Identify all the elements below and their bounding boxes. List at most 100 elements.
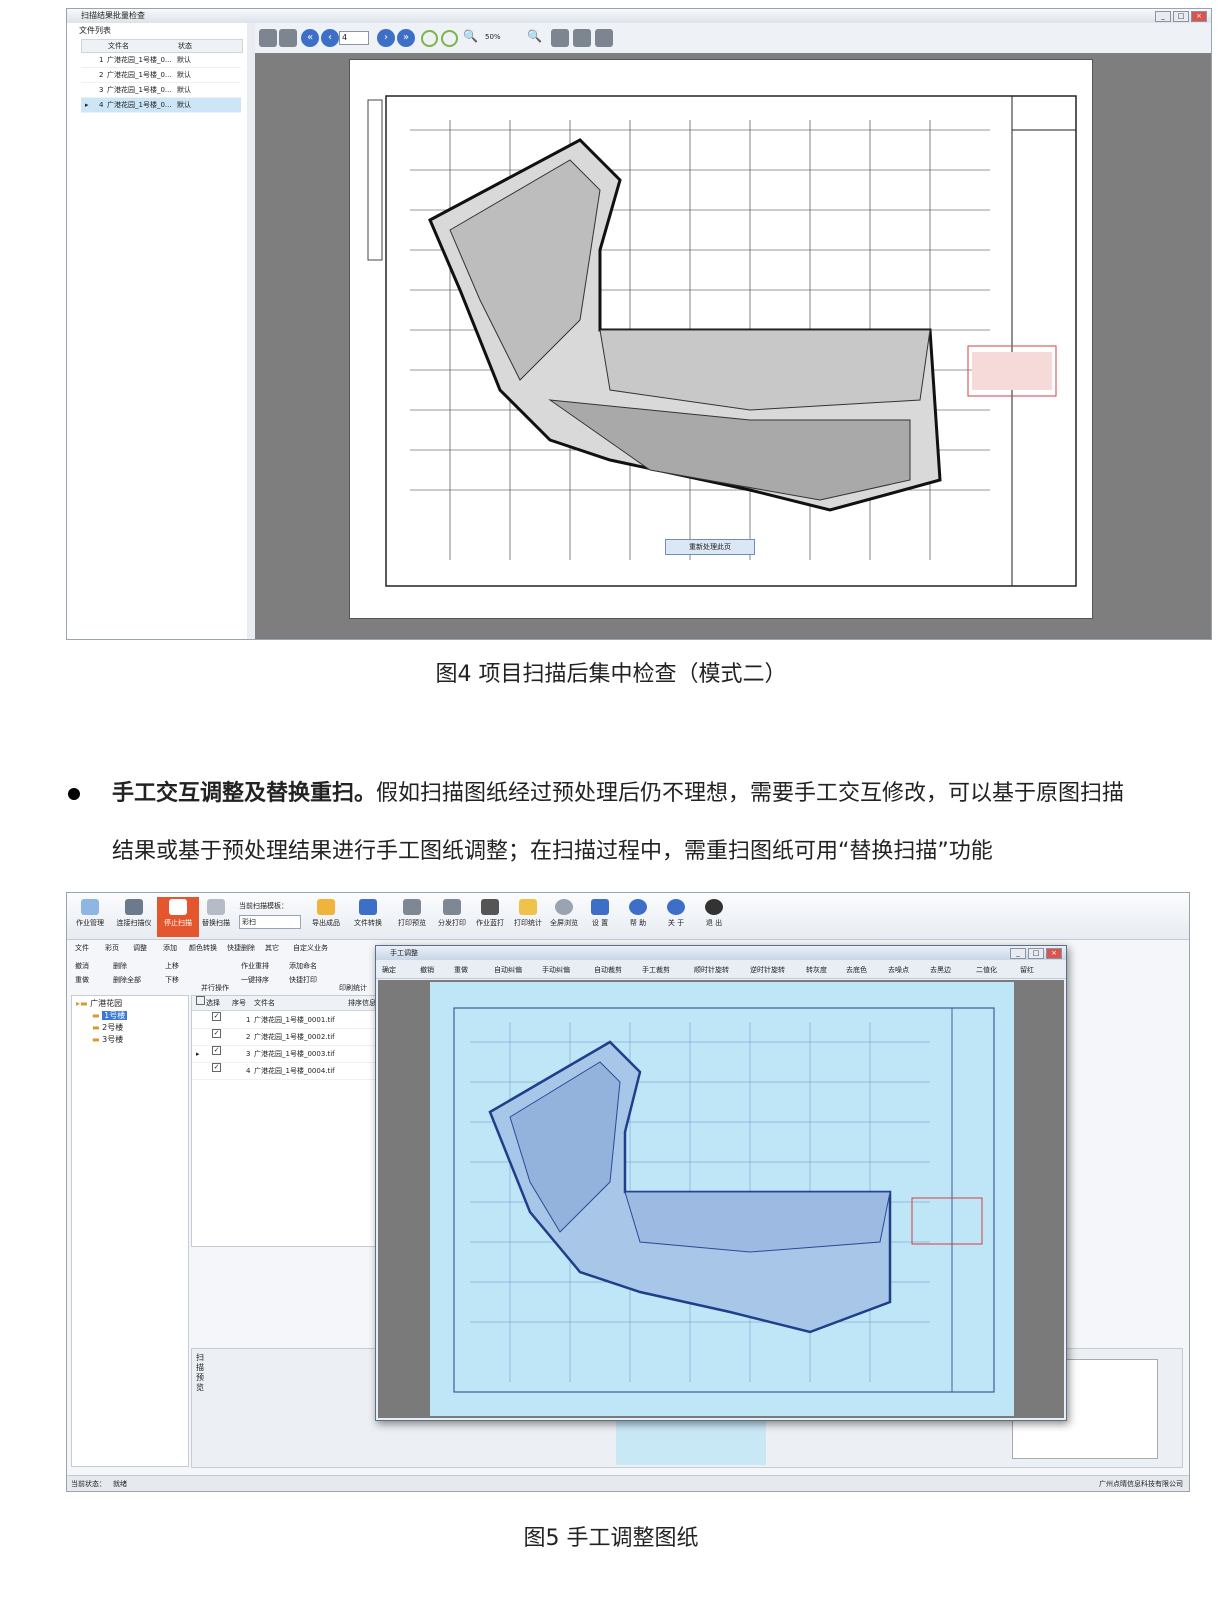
print-preview-button[interactable]: 打印预览 <box>391 897 433 937</box>
undo-button[interactable]: 撤销 <box>420 962 434 978</box>
parallel-op-button[interactable]: 并行操作 <box>201 983 229 993</box>
binarize-button[interactable]: 二值化 <box>976 962 997 978</box>
move-down-button[interactable]: 下移 <box>165 975 179 985</box>
print-preview-icon <box>403 899 421 915</box>
close-icon <box>705 899 723 915</box>
window-titlebar: 扫描结果批量检查 _ □ × <box>67 9 1211 24</box>
column-filename[interactable]: 文件名 <box>108 40 129 52</box>
zoom-in-icon[interactable]: 🔍 <box>463 29 481 47</box>
grid-view-icon[interactable] <box>595 29 613 47</box>
move-up-button[interactable]: 上移 <box>165 961 179 971</box>
remove-background-button[interactable]: 去底色 <box>846 962 867 978</box>
settings-button[interactable]: 设 置 <box>579 897 621 937</box>
confirm-button[interactable]: 确定 <box>382 962 396 978</box>
last-page-icon[interactable]: » <box>397 29 415 47</box>
add-naming-button[interactable]: 添加命名 <box>289 961 317 971</box>
tree-node-1[interactable]: ▬ 1号楼 <box>92 1010 128 1021</box>
remove-black-border-button[interactable]: 去黑边 <box>930 962 951 978</box>
help-button[interactable]: 帮 助 <box>617 897 659 937</box>
rotate-left-icon[interactable] <box>421 30 438 47</box>
table-row-selected[interactable]: ▸ 4 广港花园_1号楼_0... 默认 <box>81 98 241 113</box>
table-row-selected[interactable]: ▸ ✓ 3 广港花园_1号楼_0003.tif <box>192 1046 378 1063</box>
page-number-input[interactable]: 4 <box>339 31 369 45</box>
job-management-button[interactable]: 作业管理 <box>69 897 111 937</box>
auto-deskew-button[interactable]: 自动纠偏 <box>494 962 522 978</box>
next-page-icon[interactable]: › <box>377 29 395 47</box>
tree-node-2[interactable]: ▬ 2号楼 <box>92 1022 123 1033</box>
replace-scan-button[interactable]: 替换扫描 <box>195 897 237 937</box>
menu-file[interactable]: 文件 <box>75 941 89 955</box>
exit-button[interactable]: 退 出 <box>693 897 735 937</box>
minimize-button[interactable]: _ <box>1155 11 1171 22</box>
delete-button[interactable]: 删除 <box>113 961 127 971</box>
secondary-menu: 文件 彩页 调整 添加 颜色转换 快捷删除 其它 自定义业务 <box>67 941 377 955</box>
column-number[interactable]: 序号 <box>232 996 246 1010</box>
table-row[interactable]: 1 广港花园_1号楼_0... 默认 <box>81 53 241 68</box>
auto-crop-button[interactable]: 自动裁剪 <box>594 962 622 978</box>
printer-icon <box>443 899 461 915</box>
rotate-ccw-button[interactable]: 逆时针旋转 <box>750 962 785 978</box>
rotate-right-icon[interactable] <box>441 30 458 47</box>
table-row[interactable]: 2 广港花园_1号楼_0... 默认 <box>81 68 241 83</box>
scanner-icon <box>125 899 143 915</box>
distribute-print-button[interactable]: 分发打印 <box>431 897 473 937</box>
minimize-button[interactable]: _ <box>1010 948 1026 959</box>
quick-print-button[interactable]: 快捷打印 <box>289 975 317 985</box>
table-row[interactable]: ✓ 4 广港花园_1号楼_0004.tif <box>192 1063 378 1080</box>
delete-all-button[interactable]: 删除全部 <box>113 975 141 985</box>
preview-thumbnail[interactable] <box>616 1419 766 1465</box>
connect-scanner-button[interactable]: 连接扫描仪 <box>113 897 155 937</box>
menu-adjust[interactable]: 调整 <box>133 941 147 955</box>
maximize-button[interactable]: □ <box>1173 11 1189 22</box>
column-status[interactable]: 状态 <box>178 40 192 52</box>
table-row[interactable]: 3 广港花园_1号楼_0... 默认 <box>81 83 241 98</box>
first-page-icon[interactable]: « <box>301 29 319 47</box>
menu-color-convert[interactable]: 颜色转换 <box>189 941 217 955</box>
drawing-viewer[interactable]: 重新处理此页 <box>255 53 1211 639</box>
close-button[interactable]: × <box>1191 11 1207 22</box>
page-view-icon[interactable] <box>551 29 569 47</box>
two-page-icon[interactable] <box>573 29 591 47</box>
single-page-icon[interactable] <box>259 29 277 47</box>
column-select[interactable]: 选择 <box>206 996 220 1010</box>
zoom-out-icon[interactable]: 🔍 <box>527 29 545 47</box>
close-button[interactable]: × <box>1046 948 1062 959</box>
stop-scan-button[interactable]: 停止扫描 <box>157 897 199 937</box>
tree-node-3[interactable]: ▬ 3号楼 <box>92 1034 123 1045</box>
table-row[interactable]: ✓ 2 广港花园_1号楼_0002.tif <box>192 1029 378 1046</box>
menu-color-page[interactable]: 彩页 <box>105 941 119 955</box>
column-filename[interactable]: 文件名 <box>254 996 275 1010</box>
print-statistics-button[interactable]: 印刷统计 <box>339 983 367 993</box>
zoom-select[interactable]: 50% <box>485 31 525 43</box>
undo-button[interactable]: 撤消 <box>75 961 89 971</box>
maximize-button[interactable]: □ <box>1028 948 1044 959</box>
redo-button[interactable]: 重做 <box>75 975 89 985</box>
dialog-image-view[interactable] <box>378 980 1064 1418</box>
column-sort-info[interactable]: 排序信息 <box>348 996 376 1010</box>
reprocess-page-menuitem[interactable]: 重新处理此页 <box>665 539 755 555</box>
manual-deskew-button[interactable]: 手动纠偏 <box>542 962 570 978</box>
prev-page-icon[interactable]: ‹ <box>321 29 339 47</box>
template-select[interactable]: 彩扫 <box>239 915 301 929</box>
menu-custom[interactable]: 自定义业务 <box>293 941 328 955</box>
file-convert-button[interactable]: 文件转换 <box>347 897 389 937</box>
dialog-title: 手工调整 <box>390 949 418 957</box>
tree-root[interactable]: ▸▬ 广港花园 <box>76 998 122 1009</box>
menu-quick-delete[interactable]: 快捷删除 <box>227 941 255 955</box>
denoise-button[interactable]: 去噪点 <box>888 962 909 978</box>
export-button[interactable]: 导出成品 <box>305 897 347 937</box>
redo-button[interactable]: 重做 <box>454 962 468 978</box>
menu-other[interactable]: 其它 <box>265 941 279 955</box>
menu-add[interactable]: 添加 <box>163 941 177 955</box>
blue-print-button[interactable]: 作业蓝打 <box>469 897 511 937</box>
rotate-cw-button[interactable]: 顺时针旋转 <box>694 962 729 978</box>
table-row[interactable]: ✓ 1 广港花园_1号楼_0001.tif <box>192 1012 378 1029</box>
about-button[interactable]: 关 于 <box>655 897 697 937</box>
one-click-sort-button[interactable]: 一键排序 <box>241 975 269 985</box>
fit-page-icon[interactable] <box>279 29 297 47</box>
to-gray-button[interactable]: 转灰度 <box>806 962 827 978</box>
reorder-button[interactable]: 作业重排 <box>241 961 269 971</box>
keep-red-button[interactable]: 留红 <box>1020 962 1034 978</box>
figure4-caption: 图4 项目扫描后集中检查（模式二） <box>435 662 787 687</box>
manual-crop-button[interactable]: 手工裁剪 <box>642 962 670 978</box>
